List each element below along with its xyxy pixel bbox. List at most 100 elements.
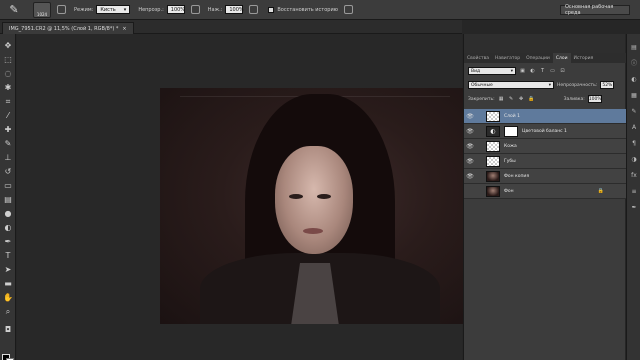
lock-position-icon[interactable]: ✥ [518,96,525,103]
blend-mode-value: Обычные [471,82,493,88]
layer-opacity-label: Непрозрачность: [557,82,598,88]
tab-navigator[interactable]: Навигатор [492,53,523,63]
filter-pixel-icon[interactable]: ▣ [519,68,526,75]
workspace-select[interactable]: Основная рабочая среда [560,4,630,16]
visibility-eye-icon[interactable]: 👁 [464,173,476,180]
layer-row[interactable]: 👁 Кожа [464,139,626,154]
flow-value: 100% [229,6,244,13]
layer-filter-value: Вид [471,68,481,74]
healing-tool-icon[interactable]: ✚ [2,124,14,135]
layer-name: Фон копия [504,173,530,179]
paths-panel-icon[interactable]: ✒ [630,204,638,212]
panel-icon-strip: ▤ ⓘ ◐ ▦ ✎ A ¶ ◑ fx ≡ ✒ [626,34,640,360]
opacity-label: Непрозр.: [138,6,164,13]
chevron-down-icon: ▾ [510,68,513,74]
history-panel-icon[interactable]: ▤ [630,44,638,52]
pressure-size-icon[interactable] [343,5,353,14]
eyedropper-tool-icon[interactable]: ⁄ [2,110,14,121]
brush-presets-icon[interactable]: ✎ [630,108,638,116]
visibility-eye-icon[interactable]: 👁 [464,113,476,120]
clone-stamp-tool-icon[interactable]: ⊥ [2,152,14,163]
styles-panel-icon[interactable]: fx [630,172,638,180]
eraser-tool-icon[interactable]: ▭ [2,180,14,191]
visibility-eye-icon[interactable]: 👁 [464,158,476,165]
airbrush-icon[interactable] [249,5,259,14]
lock-transparency-icon[interactable]: ▦ [498,96,505,103]
lock-pixels-icon[interactable]: ✎ [508,96,515,103]
lasso-tool-icon[interactable]: ◌ [2,68,14,79]
close-icon[interactable]: × [122,26,126,32]
dodge-tool-icon[interactable]: ◐ [2,222,14,233]
options-bar: ✎ 1024 Режим: Кисть ▾ Непрозр.: 100% Наж.… [0,0,640,20]
filter-shape-icon[interactable]: ▭ [549,68,556,75]
restore-history-checkbox[interactable] [268,6,275,13]
character-panel-icon[interactable]: A [630,124,638,132]
pressure-opacity-icon[interactable] [190,5,200,14]
canvas-workspace[interactable] [17,34,466,360]
paragraph-panel-icon[interactable]: ¶ [630,140,638,148]
tab-history[interactable]: История [571,53,597,63]
move-tool-icon[interactable]: ✥ [2,40,14,51]
tab-properties[interactable]: Свойства [464,53,492,63]
hand-tool-icon[interactable]: ✋ [2,292,14,303]
layers-panel: Свойства Навигатор Операции Слои История… [463,53,626,360]
visibility-eye-icon[interactable]: 👁 [464,128,476,135]
layer-row[interactable]: 👁 Слой 1 [464,109,626,124]
mode-select[interactable]: Кисть ▾ [96,5,131,14]
filter-adjustment-icon[interactable]: ◐ [529,68,536,75]
document-tab-bar: IMG_7951.CR2 @ 11,5% (Слой 1, RGB/8*) * … [0,20,462,34]
layer-row[interactable]: 👁 Губы [464,154,626,169]
swatches-panel-icon[interactable]: ▦ [630,92,638,100]
blur-tool-icon[interactable]: ● [2,208,14,219]
layer-row[interactable]: 👁 ◐ Цветовой баланс 1 [464,124,626,139]
lips [303,228,323,234]
gradient-tool-icon[interactable]: ▤ [2,194,14,205]
type-tool-icon[interactable]: T [2,250,14,261]
blend-mode-select[interactable]: Обычные ▾ [468,81,554,89]
tab-layers[interactable]: Слои [552,53,571,63]
layer-filter-select[interactable]: Вид ▾ [468,67,516,75]
color-panel-icon[interactable]: ◐ [630,76,638,84]
layer-opacity-field[interactable]: 52% [600,81,615,89]
magic-wand-tool-icon[interactable]: ✱ [2,82,14,93]
adjustments-panel-icon[interactable]: ◑ [630,156,638,164]
layer-name: Слой 1 [504,113,520,119]
quick-mask-icon[interactable]: ◘ [2,324,14,335]
crop-tool-icon[interactable]: ⌗ [2,96,14,107]
lock-all-icon[interactable]: 🔒 [528,96,535,103]
adjustment-layer-icon: ◐ [486,125,500,137]
layer-row[interactable]: Фон 🔒 [464,184,626,199]
portrait-photo[interactable] [160,88,466,324]
brush-tool-icon[interactable]: ✎ [2,138,14,149]
toolbox: ✥ ⬚ ◌ ✱ ⌗ ⁄ ✚ ✎ ⊥ ↺ ▭ ▤ ● ◐ ✒ T ➤ ▬ ✋ ⌕ … [0,34,16,360]
lock-label: Закрепить: [468,96,495,102]
opacity-value: 100% [170,6,186,13]
layer-row[interactable]: 👁 Фон копия [464,169,626,184]
marquee-tool-icon[interactable]: ⬚ [2,54,14,65]
pen-tool-icon[interactable]: ✒ [2,236,14,247]
filter-smart-icon[interactable]: ⊡ [559,68,566,75]
document-tab[interactable]: IMG_7951.CR2 @ 11,5% (Слой 1, RGB/8*) * … [2,22,134,34]
brush-tool-icon[interactable]: ✎ [3,1,25,19]
channels-panel-icon[interactable]: ≡ [630,188,638,196]
layer-filter-row: Вид ▾ ▣ ◐ T ▭ ⊡ [464,65,626,77]
flow-label: Наж.: [207,6,223,13]
layer-thumbnail [486,155,500,167]
zoom-tool-icon[interactable]: ⌕ [2,306,14,317]
tab-actions[interactable]: Операции [523,53,553,63]
document-title: IMG_7951.CR2 @ 11,5% (Слой 1, RGB/8*) * [9,25,119,32]
face-shape [275,146,353,254]
visibility-eye-icon[interactable]: 👁 [464,143,476,150]
brush-size-picker[interactable]: 1024 [33,1,51,18]
info-panel-icon[interactable]: ⓘ [630,60,638,68]
brush-size-value: 1024 [36,11,48,17]
path-selection-tool-icon[interactable]: ➤ [2,264,14,275]
fill-field[interactable]: 100% [587,95,602,103]
filter-type-icon[interactable]: T [539,68,546,75]
history-brush-tool-icon[interactable]: ↺ [2,166,14,177]
shape-tool-icon[interactable]: ▬ [2,278,14,289]
brush-panel-icon[interactable] [57,5,66,14]
layer-mask-thumbnail[interactable] [504,125,518,137]
flow-field[interactable]: 100% [225,5,244,14]
opacity-field[interactable]: 100% [166,5,186,14]
